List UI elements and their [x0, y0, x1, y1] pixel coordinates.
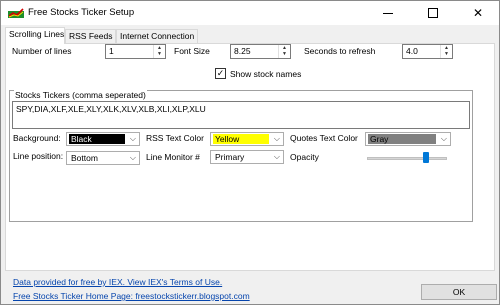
chevron-down-icon: ⌵ [129, 153, 136, 162]
lines-stepper-arrows[interactable]: ▲ ▼ [153, 45, 165, 58]
quotes-color-select[interactable]: Gray ⌵ [365, 132, 451, 146]
tab-scrolling-lines[interactable]: Scrolling Lines [5, 27, 65, 44]
refresh-value: 4.0 [406, 46, 418, 56]
font-size-label: Font Size [174, 46, 210, 56]
ok-button[interactable]: OK [421, 284, 497, 300]
line-monitor-label: Line Monitor # [146, 152, 200, 162]
lines-label: Number of lines [12, 46, 72, 56]
tab-internet-connection[interactable]: Internet Connection [116, 29, 198, 43]
checkmark-icon: ✓ [216, 68, 225, 78]
lines-stepper[interactable]: 1 ▲ ▼ [105, 44, 166, 59]
tickers-group: Stocks Tickers (comma seperated) SPY,DIA… [9, 90, 473, 222]
line-position-select[interactable]: Bottom ⌵ [66, 151, 140, 165]
home-page-link[interactable]: Free Stocks Ticker Home Page: freestocks… [13, 291, 250, 301]
chevron-down-icon: ⌵ [129, 134, 136, 143]
scrolling-lines-page: Number of lines 1 ▲ ▼ Font Size 8.25 ▲ ▼ S… [5, 43, 495, 271]
close-icon: ✕ [472, 6, 484, 20]
quotes-color-value: Gray [368, 134, 436, 144]
font-size-stepper[interactable]: 8.25 ▲ ▼ [230, 44, 291, 59]
maximize-button[interactable] [411, 1, 455, 25]
background-label: Background: [13, 133, 61, 143]
quotes-color-label: Quotes Text Color [290, 133, 358, 143]
background-select[interactable]: Black ⌵ [66, 132, 140, 146]
opacity-label: Opacity [290, 152, 319, 162]
opacity-slider-thumb[interactable] [423, 152, 430, 163]
iex-terms-link[interactable]: Data provided for free by IEX. View IEX'… [13, 277, 222, 287]
opacity-slider-track[interactable] [367, 157, 447, 160]
tickers-input[interactable]: SPY,DIA,XLF,XLE,XLY,XLK,XLV,XLB,XLI,XLP,… [12, 101, 470, 129]
minimize-icon [383, 13, 393, 14]
rss-color-value: Yellow [213, 134, 269, 144]
tickers-value: SPY,DIA,XLF,XLE,XLY,XLK,XLV,XLB,XLI,XLP,… [16, 104, 206, 114]
close-button[interactable]: ✕ [456, 1, 500, 25]
tab-rss-feeds[interactable]: RSS Feeds [65, 29, 116, 43]
rss-color-select[interactable]: Yellow ⌵ [210, 132, 284, 146]
refresh-stepper-arrows[interactable]: ▲ ▼ [440, 45, 452, 58]
rss-color-label: RSS Text Color [146, 133, 204, 143]
line-monitor-value: Primary [215, 152, 245, 162]
tickers-group-title: Stocks Tickers (comma seperated) [14, 90, 147, 100]
background-value: Black [69, 134, 125, 144]
show-names-checkbox[interactable]: ✓ [215, 68, 226, 79]
font-size-stepper-arrows[interactable]: ▲ ▼ [278, 45, 290, 58]
line-position-value: Bottom [71, 153, 98, 163]
show-names-label: Show stock names [230, 69, 302, 79]
window-title: Free Stocks Ticker Setup [28, 7, 135, 18]
chevron-down-icon: ⌵ [273, 134, 280, 143]
lines-value: 1 [109, 46, 114, 56]
maximize-icon [428, 8, 438, 18]
chevron-down-icon: ⌵ [440, 134, 447, 143]
minimize-button[interactable] [366, 1, 410, 25]
line-monitor-select[interactable]: Primary ⌵ [210, 150, 284, 164]
chevron-down-icon: ⌵ [273, 152, 280, 161]
chart-icon [8, 8, 24, 18]
refresh-label: Seconds to refresh [304, 46, 376, 56]
font-size-value: 8.25 [234, 46, 251, 56]
refresh-stepper[interactable]: 4.0 ▲ ▼ [402, 44, 453, 59]
title-bar: Free Stocks Ticker Setup ✕ [1, 1, 499, 25]
line-position-label: Line position: [13, 151, 64, 161]
setup-window: Free Stocks Ticker Setup ✕ Scrolling Lin… [0, 0, 500, 305]
